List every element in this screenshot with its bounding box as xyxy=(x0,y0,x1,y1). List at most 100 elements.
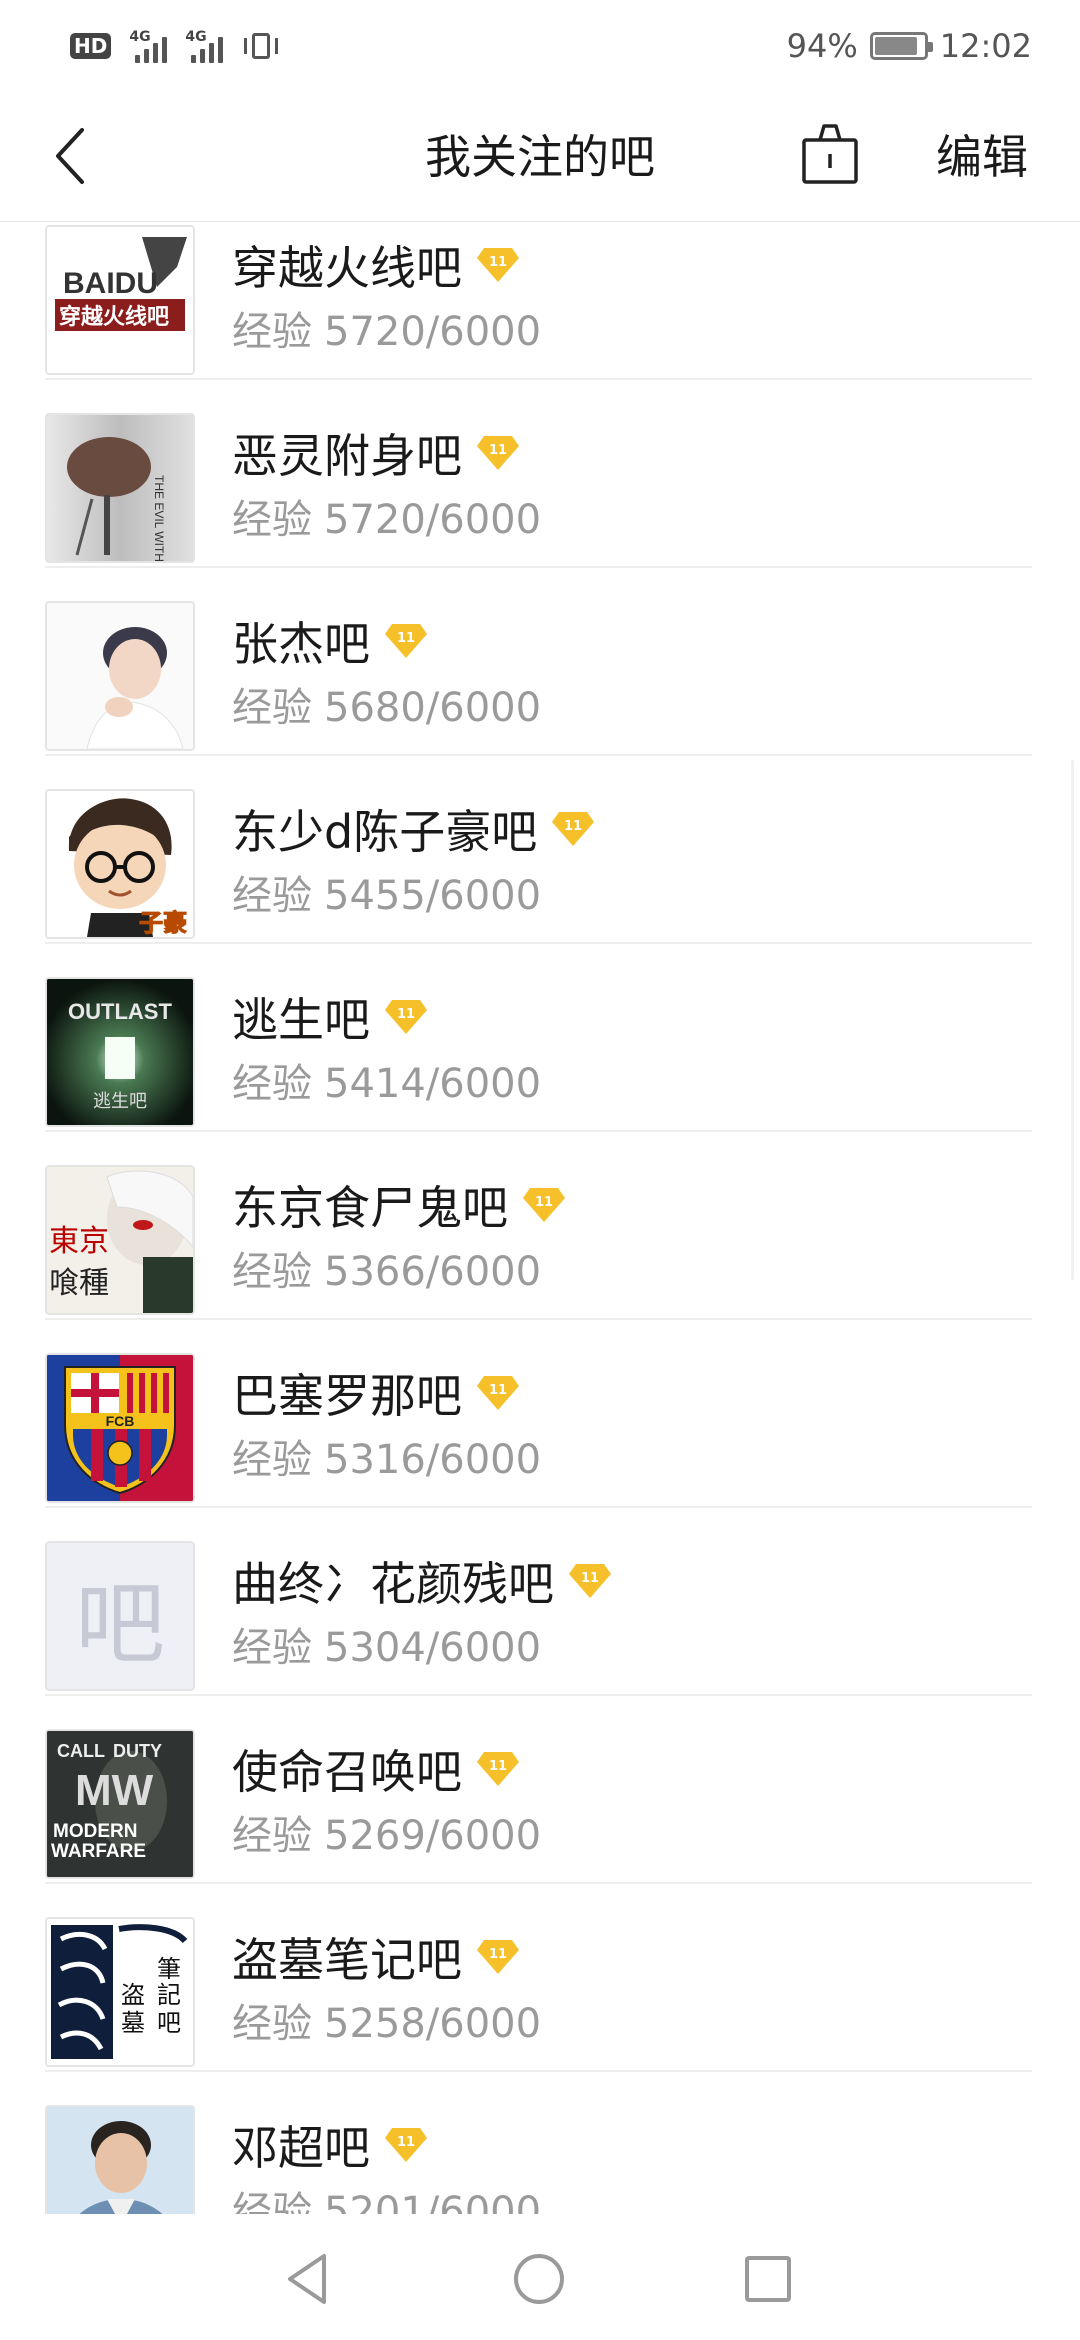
bag-button[interactable] xyxy=(800,122,860,186)
cartoon-boy-avatar: 子豪 xyxy=(45,789,195,939)
signal-icon-2: 4G xyxy=(185,29,224,63)
tomb-notes-avatar: 筆 盗 記 墓 吧 xyxy=(45,1917,195,2067)
svg-text:THE EVIL WITHIN: THE EVIL WITHIN xyxy=(152,475,166,561)
outlast-avatar: OUTLAST 逃生吧 xyxy=(45,977,195,1127)
svg-text:11: 11 xyxy=(397,631,415,646)
level-badge-icon: 11 xyxy=(477,248,519,282)
bar-name: 使命召唤吧 xyxy=(232,1745,462,1799)
svg-text:BAIDU: BAIDU xyxy=(63,267,158,300)
scrollbar[interactable] xyxy=(1071,760,1074,1280)
level-badge-icon: 11 xyxy=(477,1940,519,1974)
svg-text:11: 11 xyxy=(489,443,507,458)
home-circle-icon xyxy=(514,2254,564,2304)
page-title: 我关注的吧 xyxy=(425,130,655,184)
battery-percent: 94% xyxy=(786,27,858,65)
experience-text: 经验 5680/6000 xyxy=(232,685,542,731)
list-item[interactable]: 邓超吧 11 经验 5201/6000 xyxy=(45,2072,1032,2214)
list-item[interactable]: OUTLAST 逃生吧 逃生吧 11 经验 5414/6000 xyxy=(45,944,1032,1132)
bar-name: 穿越火线吧 xyxy=(232,241,462,295)
fcb-crest-avatar: FCB xyxy=(45,1353,195,1503)
person-photo-2-icon xyxy=(47,2107,193,2214)
svg-text:記: 記 xyxy=(157,1981,181,2009)
bar-name: 盗墓笔记吧 xyxy=(232,1933,462,1987)
svg-text:11: 11 xyxy=(581,1571,599,1586)
item-title-row: 曲终冫花颜残吧 11 xyxy=(232,1548,612,1614)
back-arrow-icon xyxy=(56,128,84,184)
list-item[interactable]: 子豪 东少d陈子豪吧 11 经验 5455/6000 xyxy=(45,756,1032,944)
status-bar: HD 4G 4G 94% 12:02 xyxy=(0,0,1080,92)
tomb-notes-logo-icon: 筆 盗 記 墓 吧 xyxy=(47,1919,193,2065)
outlast-art-icon: OUTLAST 逃生吧 xyxy=(47,979,193,1125)
bar-name: 东京食尸鬼吧 xyxy=(232,1181,508,1235)
clock: 12:02 xyxy=(939,27,1032,65)
screen: HD 4G 4G 94% 12:02 我关注的吧 编辑 BAIDU 穿越火线吧 … xyxy=(0,0,1080,2340)
list-item[interactable]: BAIDU 穿越火线吧 穿越火线吧 11 经验 5720/6000 xyxy=(45,222,1032,380)
cartoon-boy-icon: 子豪 xyxy=(47,791,193,937)
level-badge-icon: 11 xyxy=(477,1752,519,1786)
svg-text:吧: 吧 xyxy=(157,2009,181,2037)
signal-icon: 4G xyxy=(129,29,168,63)
edit-button[interactable]: 编辑 xyxy=(936,92,1028,222)
system-recent-button[interactable] xyxy=(733,2244,803,2314)
item-title-row: 恶灵附身吧 11 xyxy=(232,420,520,486)
svg-text:11: 11 xyxy=(489,1383,507,1398)
bar-name: 巴塞罗那吧 xyxy=(232,1369,462,1423)
list-item[interactable]: 张杰吧 11 经验 5680/6000 xyxy=(45,568,1032,756)
crossfire-avatar: BAIDU 穿越火线吧 xyxy=(45,225,195,375)
svg-text:DUTY: DUTY xyxy=(113,1741,162,1761)
experience-text: 经验 5316/6000 xyxy=(232,1437,542,1483)
vibrate-icon xyxy=(241,31,281,61)
list-item[interactable]: FCB 巴塞罗那吧 11 经验 5316/6000 xyxy=(45,1320,1032,1508)
list-content: BAIDU 穿越火线吧 穿越火线吧 11 经验 5720/6000 THE EV… xyxy=(0,222,1080,2214)
list-item[interactable]: CALL DUTY MW MODERN WARFARE 使命召唤吧 11 经验 5… xyxy=(45,1696,1032,1884)
list-item[interactable]: 筆 盗 記 墓 吧 盗墓笔记吧 11 经验 5258/6000 xyxy=(45,1884,1032,2072)
call-of-duty-avatar: CALL DUTY MW MODERN WARFARE xyxy=(45,1729,195,1879)
level-badge-icon: 11 xyxy=(569,1564,611,1598)
svg-text:FCB: FCB xyxy=(106,1413,135,1429)
bar-name: 邓超吧 xyxy=(232,2121,370,2175)
experience-text: 经验 5414/6000 xyxy=(232,1061,542,1107)
svg-text:筆: 筆 xyxy=(157,1955,181,1983)
experience-text: 经验 5720/6000 xyxy=(232,497,542,543)
svg-text:WARFARE: WARFARE xyxy=(51,1841,146,1862)
svg-text:11: 11 xyxy=(535,1195,553,1210)
experience-text: 经验 5201/6000 xyxy=(232,2189,542,2214)
experience-text: 经验 5455/6000 xyxy=(232,873,542,919)
item-title-row: 东京食尸鬼吧 11 xyxy=(232,1172,566,1238)
level-badge-icon: 11 xyxy=(523,1188,565,1222)
svg-text:11: 11 xyxy=(397,1007,415,1022)
status-left: HD 4G 4G xyxy=(70,29,281,63)
item-title-row: 张杰吧 11 xyxy=(232,608,428,674)
person-photo-icon xyxy=(47,603,193,749)
experience-text: 经验 5269/6000 xyxy=(232,1813,542,1859)
list-item[interactable]: 東京 喰種 东京食尸鬼吧 11 经验 5366/6000 xyxy=(45,1132,1032,1320)
default-ba-avatar: 吧 xyxy=(45,1541,195,1691)
system-back-button[interactable] xyxy=(274,2244,344,2314)
list-item[interactable]: THE EVIL WITHIN 恶灵附身吧 11 经验 5720/6000 xyxy=(45,380,1032,568)
svg-text:CALL: CALL xyxy=(57,1741,105,1761)
crossfire-logo-icon: BAIDU 穿越火线吧 xyxy=(47,227,193,373)
item-title-row: 逃生吧 11 xyxy=(232,984,428,1050)
level-badge-icon: 11 xyxy=(385,1000,427,1034)
recent-square-icon xyxy=(745,2256,791,2302)
svg-text:穿越火线吧: 穿越火线吧 xyxy=(59,304,169,330)
bar-name: 恶灵附身吧 xyxy=(232,429,462,483)
list-item[interactable]: 吧 曲终冫花颜残吧 11 经验 5304/6000 xyxy=(45,1508,1032,1696)
svg-text:盗: 盗 xyxy=(121,1981,145,2009)
tokyo-ghoul-art-icon: 東京 喰種 xyxy=(47,1167,193,1313)
back-button[interactable] xyxy=(52,126,112,186)
svg-text:喰種: 喰種 xyxy=(49,1266,109,1301)
system-home-button[interactable] xyxy=(504,2244,574,2314)
svg-text:OUTLAST: OUTLAST xyxy=(68,999,172,1024)
svg-text:11: 11 xyxy=(564,819,582,834)
fcb-crest-icon: FCB xyxy=(47,1355,193,1501)
svg-text:東京: 東京 xyxy=(49,1224,109,1259)
bar-name: 逃生吧 xyxy=(232,993,370,1047)
svg-text:11: 11 xyxy=(397,2135,415,2150)
followed-bars-list[interactable]: BAIDU 穿越火线吧 穿越火线吧 11 经验 5720/6000 THE EV… xyxy=(0,222,1080,2214)
evil-within-art-icon: THE EVIL WITHIN xyxy=(47,415,193,561)
level-badge-icon: 11 xyxy=(552,812,595,846)
item-title-row: 邓超吧 11 xyxy=(232,2112,428,2178)
svg-text:MW: MW xyxy=(75,1766,154,1815)
hd-icon: HD xyxy=(70,33,112,59)
